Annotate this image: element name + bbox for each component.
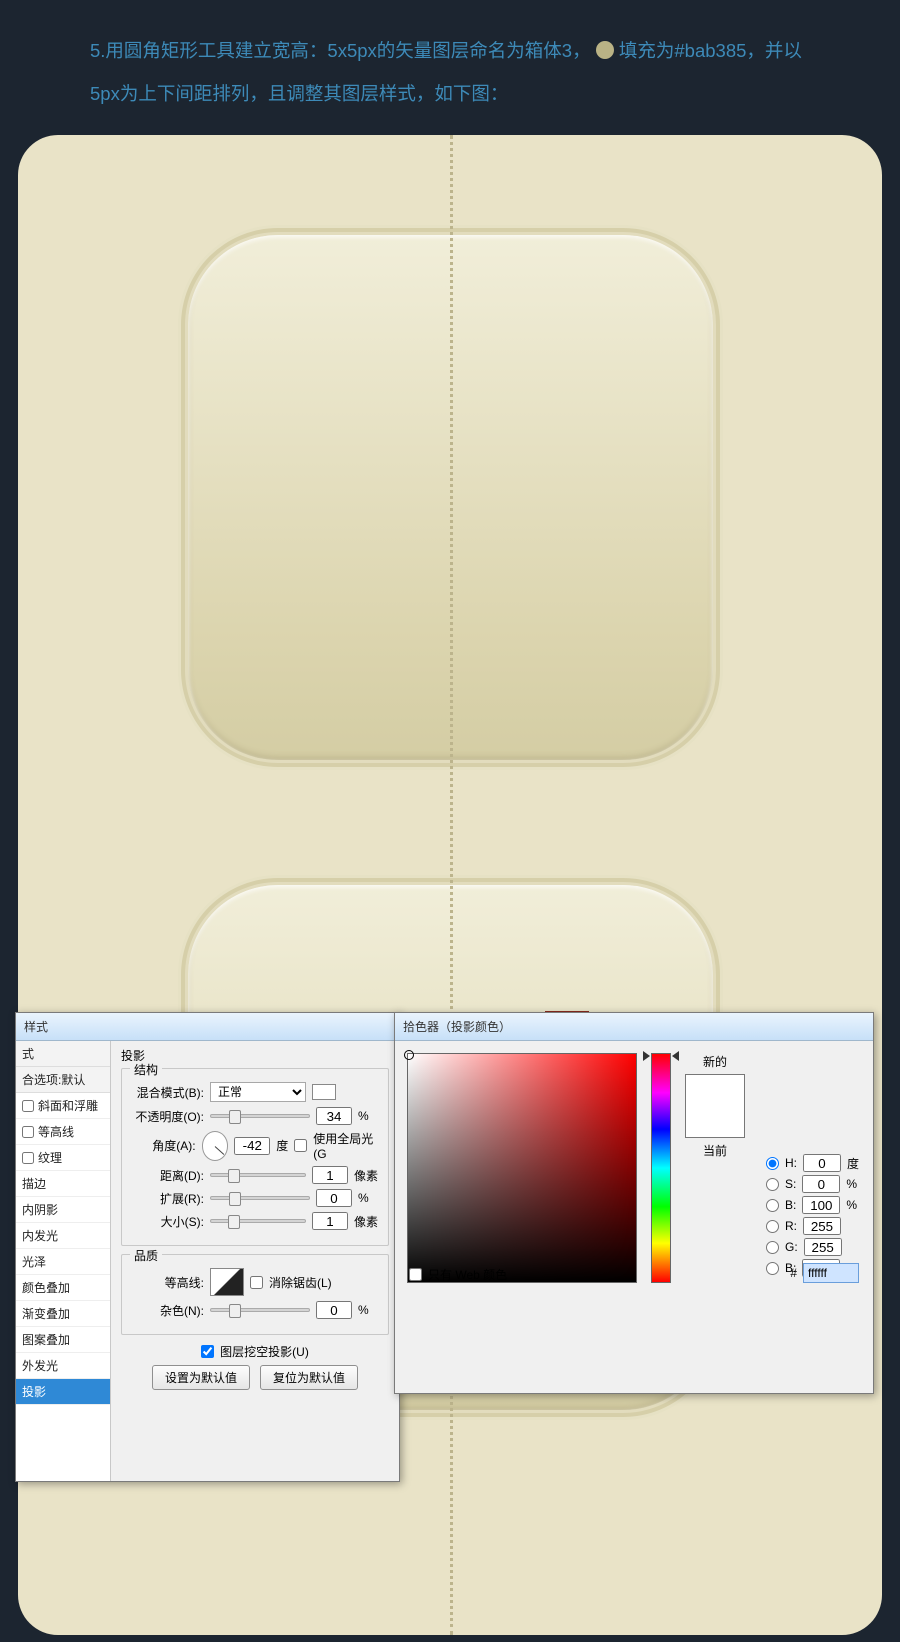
style-item-drop-shadow[interactable]: 投影 bbox=[16, 1379, 110, 1405]
structure-group: 结构 混合模式(B): 正常 不透明度(O): % 角度(A): 度 bbox=[121, 1068, 389, 1246]
new-color-label: 新的 bbox=[703, 1053, 727, 1070]
b-input[interactable] bbox=[802, 1196, 840, 1214]
color-swatch-icon bbox=[596, 41, 614, 59]
angle-input[interactable] bbox=[234, 1137, 270, 1155]
style-item-inner-shadow[interactable]: 内阴影 bbox=[16, 1197, 110, 1223]
hex-input[interactable] bbox=[803, 1263, 859, 1283]
hue-slider[interactable] bbox=[651, 1053, 671, 1283]
settings-pane: 投影 结构 混合模式(B): 正常 不透明度(O): % 角度(A): bbox=[111, 1041, 399, 1481]
size-slider[interactable] bbox=[210, 1219, 306, 1223]
h-input[interactable] bbox=[803, 1154, 841, 1172]
style-item-outer-glow[interactable]: 外发光 bbox=[16, 1353, 110, 1379]
knockout-checkbox[interactable] bbox=[201, 1345, 214, 1358]
g-input[interactable] bbox=[804, 1238, 842, 1256]
saturation-value-field[interactable] bbox=[407, 1053, 637, 1283]
antialias-label: 消除锯齿(L) bbox=[269, 1274, 332, 1291]
quality-group: 品质 等高线: 消除锯齿(L) 杂色(N): % bbox=[121, 1254, 389, 1335]
spread-unit: % bbox=[358, 1191, 369, 1205]
picker-titlebar[interactable]: 拾色器（投影颜色） bbox=[395, 1013, 873, 1041]
s-input[interactable] bbox=[802, 1175, 840, 1193]
reset-default-button[interactable]: 复位为默认值 bbox=[260, 1365, 358, 1390]
global-light-checkbox[interactable] bbox=[294, 1139, 307, 1152]
tutorial-instruction: 5.用圆角矩形工具建立宽高：5x5px的矢量图层命名为箱体3， 填充为#bab3… bbox=[0, 0, 900, 135]
dialog-title: 样式 bbox=[24, 1020, 48, 1034]
style-item-bevel[interactable]: 斜面和浮雕 bbox=[16, 1093, 110, 1119]
style-item-inner-glow[interactable]: 内发光 bbox=[16, 1223, 110, 1249]
antialias-checkbox[interactable] bbox=[250, 1276, 263, 1289]
current-color-label: 当前 bbox=[703, 1142, 727, 1159]
angle-label: 角度(A): bbox=[132, 1137, 196, 1154]
picker-cursor-icon bbox=[404, 1050, 414, 1060]
structure-legend: 结构 bbox=[130, 1061, 162, 1078]
noise-slider[interactable] bbox=[210, 1308, 310, 1312]
spread-label: 扩展(R): bbox=[132, 1190, 204, 1207]
checkbox[interactable] bbox=[22, 1152, 34, 1164]
distance-unit: 像素 bbox=[354, 1167, 378, 1184]
opacity-input[interactable] bbox=[316, 1107, 352, 1125]
distance-label: 距离(D): bbox=[132, 1167, 204, 1184]
noise-unit: % bbox=[358, 1303, 369, 1317]
list-header-1[interactable]: 式 bbox=[16, 1041, 110, 1067]
g-radio[interactable] bbox=[766, 1241, 779, 1254]
spread-input[interactable] bbox=[316, 1189, 352, 1207]
web-only-label: 只有 Web 颜色 bbox=[428, 1266, 507, 1283]
h-radio[interactable] bbox=[766, 1157, 779, 1170]
contour-preview[interactable] bbox=[210, 1268, 244, 1296]
blend-mode-select[interactable]: 正常 bbox=[210, 1082, 306, 1102]
checkbox[interactable] bbox=[22, 1100, 34, 1112]
knockout-label: 图层挖空投影(U) bbox=[220, 1343, 309, 1360]
contour-label: 等高线: bbox=[132, 1274, 204, 1291]
opacity-unit: % bbox=[358, 1109, 369, 1123]
rounded-rect-shape-1 bbox=[188, 235, 713, 760]
hex-label: # bbox=[790, 1266, 797, 1280]
color-value-inputs: H:度 S:% B:% R: G: B: bbox=[766, 1151, 859, 1280]
style-item-stroke[interactable]: 描边 bbox=[16, 1171, 110, 1197]
style-effects-list: 式 合选项:默认 斜面和浮雕 等高线 纹理 描边 内阴影 内发光 光泽 颜色叠加… bbox=[16, 1041, 111, 1481]
noise-label: 杂色(N): bbox=[132, 1302, 204, 1319]
color-preview bbox=[685, 1074, 745, 1138]
opacity-slider[interactable] bbox=[210, 1114, 310, 1118]
style-item-pattern-overlay[interactable]: 图案叠加 bbox=[16, 1327, 110, 1353]
angle-dial[interactable] bbox=[202, 1131, 229, 1161]
r-input[interactable] bbox=[803, 1217, 841, 1235]
list-header-2[interactable]: 合选项:默认 bbox=[16, 1067, 110, 1093]
dialog-titlebar[interactable]: 样式 × bbox=[16, 1013, 399, 1041]
s-radio[interactable] bbox=[766, 1178, 779, 1191]
color-picker-dialog: 拾色器（投影颜色） 新的 当前 H:度 S:% B:% R: G: B: 只有 … bbox=[394, 1012, 874, 1394]
size-label: 大小(S): bbox=[132, 1213, 204, 1230]
global-light-label: 使用全局光(G bbox=[313, 1130, 378, 1161]
angle-unit: 度 bbox=[276, 1137, 288, 1154]
instruction-p1: 5.用圆角矩形工具建立宽高：5x5px的矢量图层命名为箱体3， bbox=[90, 40, 591, 61]
style-item-texture[interactable]: 纹理 bbox=[16, 1145, 110, 1171]
opacity-label: 不透明度(O): bbox=[132, 1108, 204, 1125]
bb-radio[interactable] bbox=[766, 1262, 779, 1275]
distance-slider[interactable] bbox=[210, 1173, 306, 1177]
size-input[interactable] bbox=[312, 1212, 348, 1230]
checkbox[interactable] bbox=[22, 1126, 34, 1138]
style-item-color-overlay[interactable]: 颜色叠加 bbox=[16, 1275, 110, 1301]
spread-slider[interactable] bbox=[210, 1196, 310, 1200]
shadow-color-swatch[interactable] bbox=[312, 1084, 336, 1100]
b-radio[interactable] bbox=[766, 1199, 779, 1212]
noise-input[interactable] bbox=[316, 1301, 352, 1319]
distance-input[interactable] bbox=[312, 1166, 348, 1184]
style-item-contour[interactable]: 等高线 bbox=[16, 1119, 110, 1145]
size-unit: 像素 bbox=[354, 1213, 378, 1230]
style-item-gradient-overlay[interactable]: 渐变叠加 bbox=[16, 1301, 110, 1327]
style-item-satin[interactable]: 光泽 bbox=[16, 1249, 110, 1275]
web-only-checkbox[interactable] bbox=[409, 1268, 422, 1281]
blend-mode-label: 混合模式(B): bbox=[132, 1084, 204, 1101]
set-default-button[interactable]: 设置为默认值 bbox=[152, 1365, 250, 1390]
quality-legend: 品质 bbox=[130, 1247, 162, 1264]
picker-title: 拾色器（投影颜色） bbox=[403, 1020, 511, 1034]
layer-style-dialog: 样式 × 式 合选项:默认 斜面和浮雕 等高线 纹理 描边 内阴影 内发光 光泽… bbox=[15, 1012, 400, 1482]
r-radio[interactable] bbox=[766, 1220, 779, 1233]
